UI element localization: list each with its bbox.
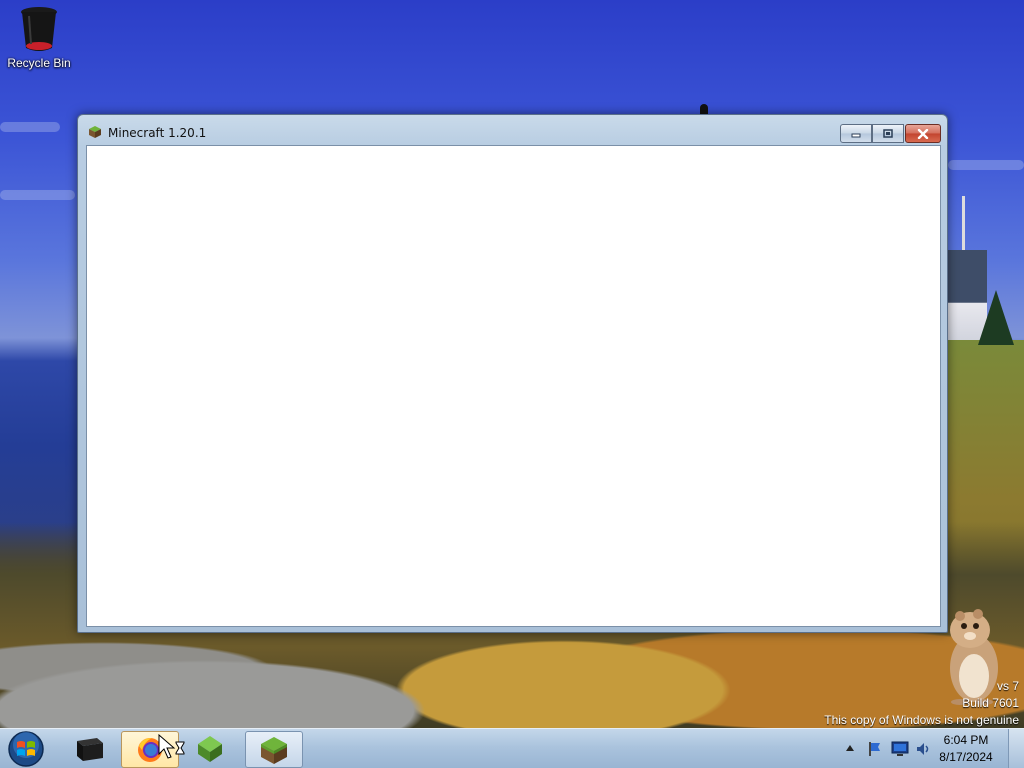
recycle-bin-icon [21, 7, 57, 51]
window-title: Minecraft 1.20.1 [108, 126, 207, 140]
wallpaper-tree [978, 290, 1014, 345]
window-client-area[interactable] [86, 145, 941, 627]
watermark-line-1: vs 7 [996, 679, 1019, 693]
speaker-icon[interactable] [915, 741, 931, 757]
taskbar-clock[interactable]: 6:04 PM 8/17/2024 [930, 732, 1002, 766]
network-icon[interactable] [891, 741, 909, 757]
clock-time: 6:04 PM [943, 733, 989, 747]
wallpaper-cloud [0, 122, 60, 132]
desktop-icon-recycle-bin[interactable]: Recycle Bin [4, 4, 74, 76]
windows-start-orb-icon [8, 731, 44, 767]
watermark-line-2: Build 7601 [962, 696, 1019, 710]
wallpaper-cloud [0, 190, 75, 200]
desktop-icon-label: Recycle Bin [7, 56, 71, 70]
minecraft-grass-block-icon [261, 736, 287, 764]
action-center-flag-icon[interactable] [866, 741, 882, 757]
windows-genuine-watermark: vs 7 Build 7601 This copy of Windows is … [824, 678, 1019, 729]
minecraft-grass-block-icon [89, 126, 101, 138]
busy-arrow-cursor-icon [158, 734, 185, 759]
desktop: Recycle Bin Minecraft 1.20.1 vs 7 Build … [0, 0, 1024, 768]
taskbar-app-black-box[interactable] [61, 731, 117, 766]
clock-date: 8/17/2024 [939, 750, 993, 764]
wallpaper-antenna [700, 104, 708, 114]
green-diamond-block-icon [198, 735, 222, 762]
show-desktop-button[interactable] [1008, 729, 1024, 768]
minimize-button[interactable] [840, 124, 872, 143]
watermark-line-3: This copy of Windows is not genuine [824, 713, 1019, 727]
restore-icon [883, 128, 893, 138]
close-button[interactable] [905, 124, 941, 143]
taskbar-minecraft[interactable] [245, 731, 303, 768]
minecraft-window[interactable]: Minecraft 1.20.1 [77, 114, 948, 633]
taskbar: 6:04 PM 8/17/2024 [0, 728, 1024, 768]
maximize-button[interactable] [872, 124, 904, 143]
close-icon [917, 128, 929, 139]
window-titlebar[interactable]: Minecraft 1.20.1 [78, 115, 947, 145]
black-box-icon [77, 737, 103, 761]
show-hidden-icons-arrow[interactable] [846, 745, 854, 751]
start-button[interactable] [6, 730, 46, 768]
taskbar-minecraft-launcher[interactable] [182, 731, 238, 766]
wallpaper-cloud [948, 160, 1024, 170]
minimize-icon [851, 133, 861, 137]
